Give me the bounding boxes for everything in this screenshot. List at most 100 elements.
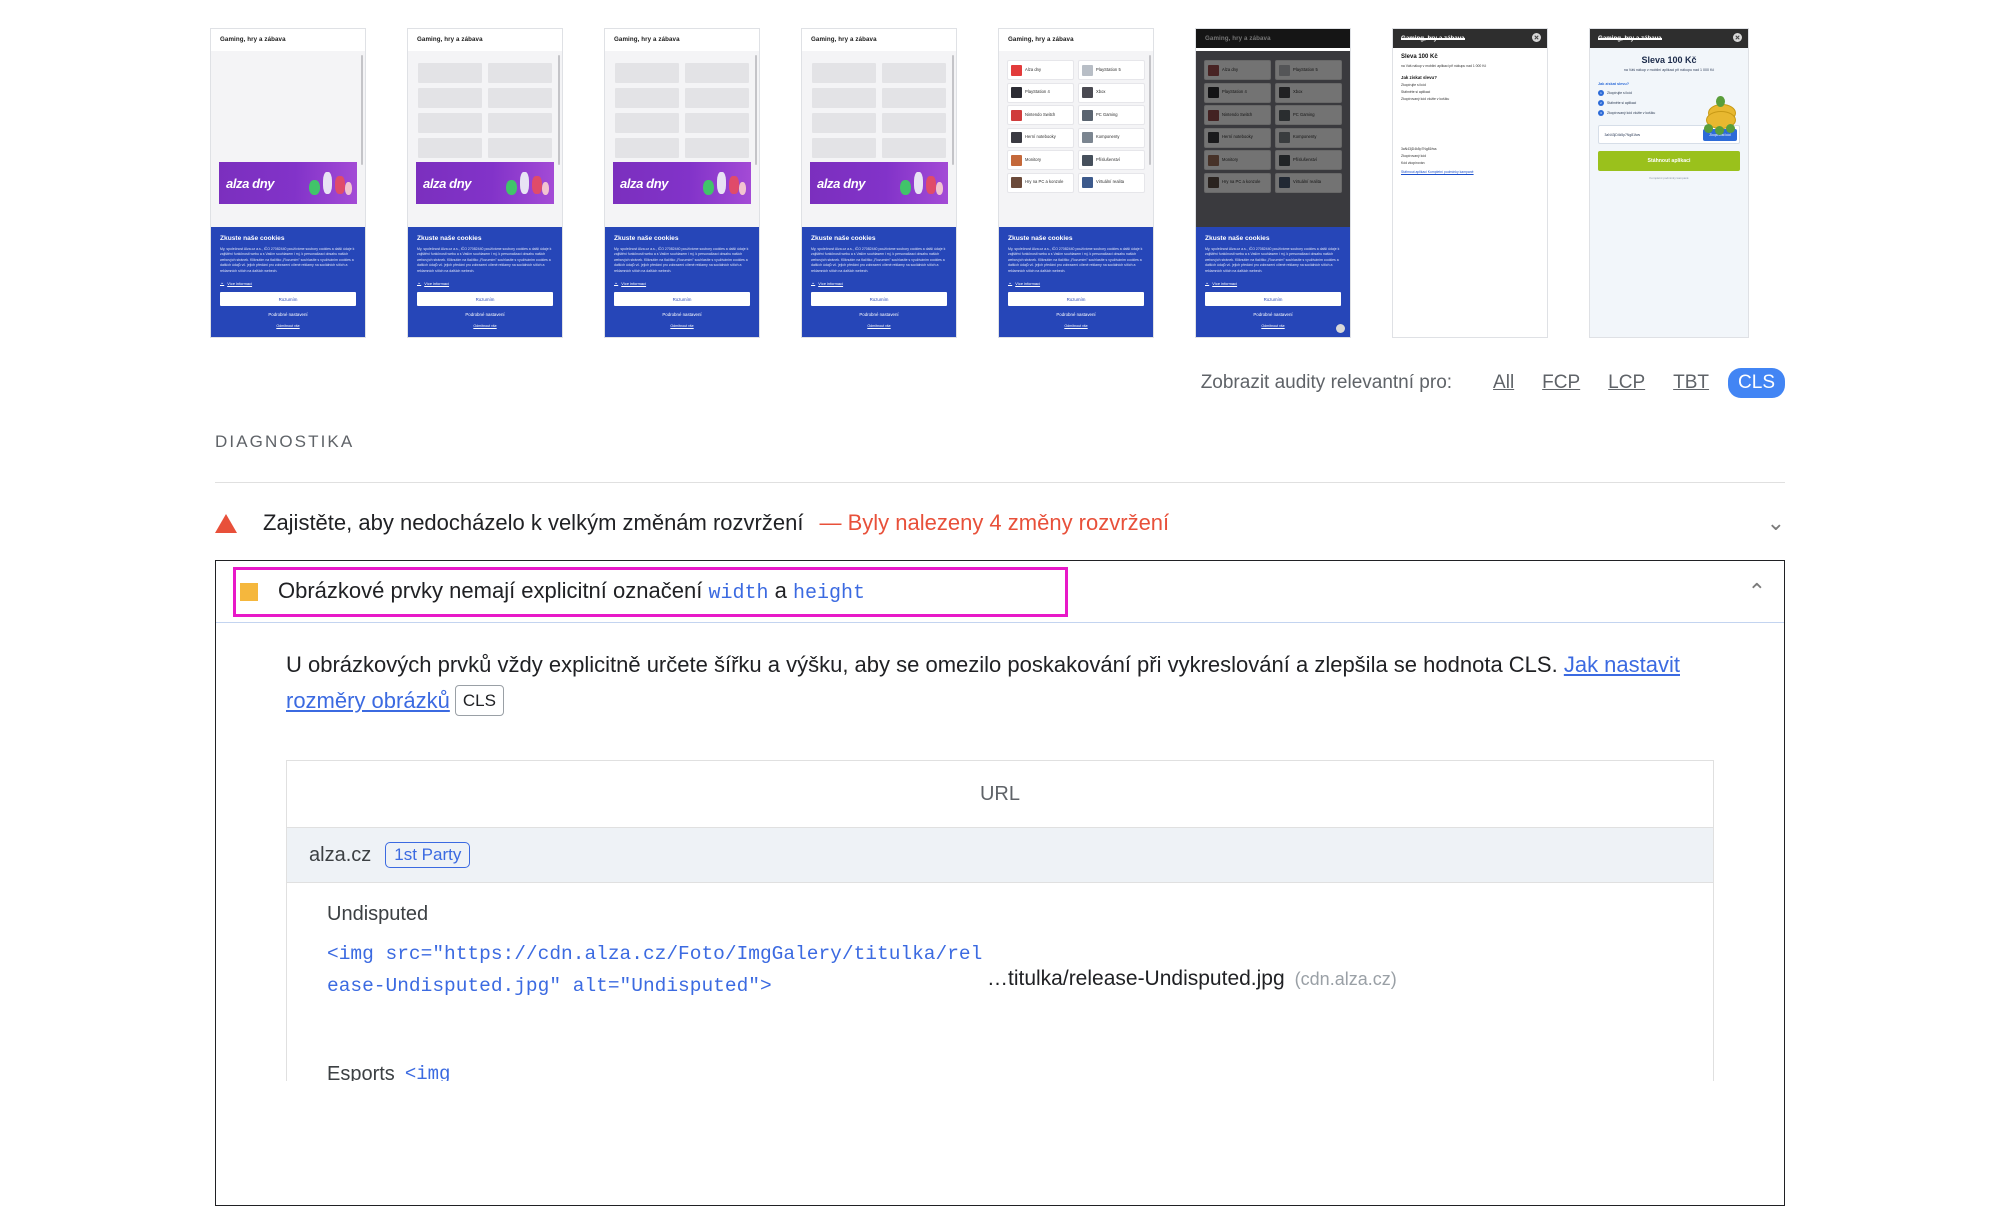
chevron-up-icon[interactable]: ⌃ [1748,580,1766,603]
category-tile[interactable]: Nintendo Switch [1204,105,1271,125]
category-tile[interactable]: Komponenty [1078,127,1145,148]
category-tile[interactable]: Alza dny [1204,60,1271,80]
filmstrip-thumb-7[interactable]: Gaming, hry a zábava Sleva 100 Kč na Váš… [1392,28,1548,338]
cookie-accept-button[interactable]: Rozumím [220,292,356,306]
filmstrip-thumb-5[interactable]: Gaming, hry a zábava Alza dny PlayStatio… [998,28,1154,338]
step-number: 3 [1598,110,1604,117]
category-tile[interactable]: Alza dny [1007,60,1074,80]
cookie-settings-button[interactable]: Podrobné nastavení [1008,312,1144,317]
category-tile[interactable]: PlayStation 5 [1078,60,1145,80]
cookie-settings-button[interactable]: Podrobné nastavení [614,312,750,317]
cookie-consent: Zkuste naše cookies My, společnost Alza.… [605,226,759,337]
alza-banner-text: alza dny [226,175,275,191]
filter-chip-lcp[interactable]: LCP [1599,369,1654,397]
cookie-more-info[interactable]: ⌄ Více informací [1008,280,1144,286]
audit-results-table: URL alza.cz 1st Party Undisputed <img sr… [286,760,1714,1082]
cookie-body: My, společnost Alza.cz a.s., IČO 2708244… [811,246,946,273]
cookie-more-info[interactable]: ⌄ Více informací [811,280,947,286]
alza-promo-banner: alza dny [219,162,357,204]
category-tile[interactable]: Monitory [1204,150,1271,170]
table-cell-snippet: Undisputed <img src="https://cdn.alza.cz… [287,903,987,1053]
snippet-code: <img [404,1063,451,1082]
category-tile[interactable]: Nintendo Switch [1007,105,1074,125]
category-tile[interactable]: Monitory [1007,150,1074,170]
category-tile[interactable]: PlayStation 5 [1275,60,1342,80]
filmstrip-thumb-4[interactable]: Gaming, hry a zábava alza dny Zkuste naš… [801,28,957,338]
category-tile[interactable]: Herní notebooky [1204,127,1271,148]
table-row-partial: Esports <img [287,1053,1713,1082]
cookie-deny-button[interactable]: Odmítnout vše [1205,324,1341,328]
chevron-down-icon[interactable]: ⌄ [1767,512,1785,534]
close-icon[interactable] [1733,33,1742,42]
promo-subtitle: na Váš nákup v mobilní aplikaci při náku… [1401,64,1487,68]
filmstrip-thumb-6[interactable]: Gaming, hry a zábava Alza dny PlayStatio… [1195,28,1351,338]
filter-chip-fcp[interactable]: FCP [1533,369,1589,397]
cookie-more-info[interactable]: ⌄ Více informací [1205,280,1341,286]
promo-terms-link[interactable]: Kompletní podmínky kampaně [1598,176,1740,180]
cookie-more-info[interactable]: ⌄ Více informací [614,280,750,286]
cookie-accept-button[interactable]: Rozumím [1008,292,1144,306]
category-tile[interactable]: Hry na PC a konzole [1007,172,1074,193]
filter-chip-all[interactable]: All [1484,369,1523,397]
cookie-deny-button[interactable]: Odmítnout vše [220,324,356,328]
filmstrip-thumb-8[interactable]: Gaming, hry a zábava Sleva 100 Kč na Váš… [1589,28,1749,338]
banner-decoration [504,166,550,200]
resource-url: …titulka/release-Undisputed.jpg [987,967,1285,991]
category-label: PlayStation 5 [1293,66,1318,72]
category-label: PC Gaming [1096,111,1118,117]
category-icon [1082,64,1093,76]
promo-modal-plain: Sleva 100 Kč na Váš nákup v mobilní apli… [1393,48,1547,180]
cookie-settings-button[interactable]: Podrobné nastavení [811,312,947,317]
cookie-deny-button[interactable]: Odmítnout vše [811,324,947,328]
cookie-accept-button[interactable]: Rozumím [417,292,553,306]
cookie-deny-button[interactable]: Odmítnout vše [417,324,553,328]
audit-subtitle: — Byly nalezeny 4 změny rozvržení [819,510,1169,536]
category-tile[interactable]: Příslušenství [1275,150,1342,170]
cookie-settings-button[interactable]: Podrobné nastavení [417,312,553,317]
diagnostics-section-title: DIAGNOSTIKA [215,432,355,451]
audit-layout-shifts-row[interactable]: Zajistěte, aby nedocházelo k velkým změn… [215,498,1785,548]
promo-subtitle: na Váš nákup v mobilní aplikaci při náku… [1623,68,1715,72]
cookie-more-info[interactable]: ⌄ Více informací [220,280,356,286]
close-icon[interactable] [1532,33,1541,42]
category-tile[interactable]: Komponenty [1275,127,1342,148]
category-tile[interactable]: PlayStation 4 [1204,82,1271,103]
category-tile[interactable]: Virtuální realita [1275,172,1342,193]
filter-chip-cls[interactable]: CLS [1728,368,1785,398]
category-tile[interactable]: PlayStation 4 [1007,82,1074,103]
download-app-button[interactable]: Stáhnout aplikaci [1598,151,1740,172]
filmstrip-thumb-2[interactable]: Gaming, hry a zábava alza dny Zkuste naš… [407,28,563,338]
scrollbar [361,55,363,165]
filmstrip-thumb-3[interactable]: Gaming, hry a zábava alza dny Zkuste naš… [604,28,760,338]
category-tile[interactable]: PC Gaming [1078,105,1145,125]
audit-metric-tag: CLS [454,684,504,717]
cookie-accept-button[interactable]: Rozumím [614,292,750,306]
category-tile[interactable]: Xbox [1078,82,1145,103]
category-tile[interactable]: Herní notebooky [1007,127,1074,148]
skeleton-grid [605,51,759,158]
category-icon [1208,87,1219,98]
alza-banner-text: alza dny [423,175,472,191]
cookie-accept-button[interactable]: Rozumím [811,292,947,306]
cookie-accept-button[interactable]: Rozumím [1205,292,1341,306]
cookie-settings-button[interactable]: Podrobné nastavení [220,312,356,317]
category-icon [1011,109,1022,121]
category-tile[interactable]: Xbox [1275,82,1342,103]
category-tile[interactable]: PC Gaming [1275,105,1342,125]
category-tile[interactable]: Virtuální realita [1078,172,1145,193]
close-icon[interactable] [1336,324,1345,333]
category-icon [1082,154,1093,166]
filmstrip-thumb-1[interactable]: Gaming, hry a zábava alza dny Zkuste naš… [210,28,366,338]
cookie-settings-button[interactable]: Podrobné nastavení [1205,312,1341,317]
cookie-deny-button[interactable]: Odmítnout vše [614,324,750,328]
cookie-deny-button[interactable]: Odmítnout vše [1008,324,1144,328]
category-tile[interactable]: Hry na PC a konzole [1204,172,1271,193]
audit-filter-row: Zobrazit audity relevantní pro: All FCP … [0,368,2000,398]
alza-promo-banner: alza dny [416,162,554,204]
table-cell-url: …titulka/release-Undisputed.jpg (cdn.alza… [987,903,1397,1053]
filter-chip-tbt[interactable]: TBT [1664,369,1718,397]
category-tile[interactable]: Příslušenství [1078,150,1145,170]
promo-links[interactable]: Stáhnout aplikaci Kompletní podmínky kam… [1401,170,1539,174]
audit-image-size-header[interactable]: Obrázkové prvky nemají explicitní označe… [216,561,1784,623]
cookie-more-info[interactable]: ⌄ Více informací [417,280,553,286]
